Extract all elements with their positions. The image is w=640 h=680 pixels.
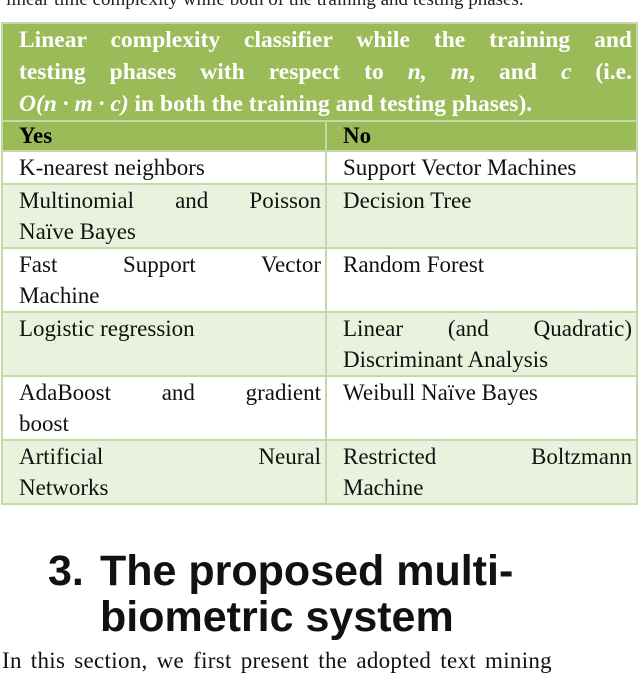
cell-no-line: Machine bbox=[343, 475, 424, 500]
table-row: AdaBoost and gradient boost Weibull Naïve… bbox=[1, 375, 638, 441]
classifier-complexity-table: Linear complexity classifier while the t… bbox=[1, 22, 638, 505]
cell-yes-line: AdaBoost and gradient bbox=[19, 380, 321, 405]
cell-yes-line: boost bbox=[19, 411, 69, 436]
title-complexity-formula: O(n · m · c) bbox=[19, 91, 129, 117]
title-text: (i.e. bbox=[571, 59, 632, 85]
title-text: in both the training and testing phases)… bbox=[128, 91, 533, 117]
cell-no: Random Forest bbox=[325, 247, 638, 313]
section-body-text: In this section, we first present the ad… bbox=[2, 648, 552, 673]
table-row: Artificial Neural Networks Restricted Bol… bbox=[1, 439, 638, 505]
table-row: K-nearest neighbors Support Vector Machi… bbox=[1, 150, 638, 185]
cell-no-line: Linear (and Quadratic) bbox=[343, 316, 632, 341]
cell-yes: Multinomial and Poisson Naïve Bayes bbox=[1, 183, 327, 249]
cell-yes: Artificial Neural Networks bbox=[1, 439, 327, 505]
column-header-no: No bbox=[325, 120, 638, 152]
section-number: 3. bbox=[48, 547, 84, 595]
cell-yes: Fast Support Vector Machine bbox=[1, 247, 327, 313]
cell-yes-line: Multinomial and Poisson bbox=[19, 188, 321, 213]
title-variables: n, m bbox=[407, 59, 470, 85]
cell-no: Restricted Boltzmann Machine bbox=[325, 439, 638, 505]
section-title-line-1: The proposed multi- bbox=[100, 547, 514, 595]
cell-yes: Logistic regression bbox=[1, 311, 327, 377]
title-variable-c: c bbox=[560, 59, 572, 85]
table-row: Logistic regression Linear (and Quadrati… bbox=[1, 311, 638, 377]
table-row: Multinomial and Poisson Naïve Bayes Decis… bbox=[1, 183, 638, 249]
preceding-paragraph-text: linear time complexity while both of the… bbox=[6, 0, 524, 11]
title-text: , and bbox=[469, 59, 561, 85]
cell-no: Weibull Naïve Bayes bbox=[325, 375, 638, 441]
section-heading: 3. The proposed multi- biometric system bbox=[48, 548, 513, 640]
cell-yes: K-nearest neighbors bbox=[1, 150, 327, 185]
cell-yes-line: Machine bbox=[19, 283, 100, 308]
cell-yes-line: Fast Support Vector bbox=[19, 252, 321, 277]
table-title-line-2: testing phases with respect to n, m, and… bbox=[19, 56, 632, 88]
table-title-line-1: Linear complexity classifier while the t… bbox=[19, 27, 632, 53]
section-title-line-2: biometric system bbox=[100, 593, 454, 641]
title-text: testing phases with respect to bbox=[19, 59, 408, 85]
table-title: Linear complexity classifier while the t… bbox=[1, 22, 638, 122]
cell-yes: AdaBoost and gradient boost bbox=[1, 375, 327, 441]
cell-yes-line: Artificial Neural bbox=[19, 444, 321, 469]
table-header-row: Yes No bbox=[1, 120, 638, 152]
table-title-row: Linear complexity classifier while the t… bbox=[1, 22, 638, 122]
column-header-yes: Yes bbox=[1, 120, 327, 152]
cell-yes-line: Networks bbox=[19, 475, 109, 500]
cell-no: Support Vector Machines bbox=[325, 150, 638, 185]
table-title-line-3: O(n · m · c) in both the training and te… bbox=[19, 88, 632, 120]
table-row: Fast Support Vector Machine Random Forest bbox=[1, 247, 638, 313]
cell-yes-line: Naïve Bayes bbox=[19, 219, 136, 244]
cell-no-line: Discriminant Analysis bbox=[343, 347, 549, 372]
cell-no: Linear (and Quadratic) Discriminant Analy… bbox=[325, 311, 638, 377]
cell-no: Decision Tree bbox=[325, 183, 638, 249]
cell-no-line: Restricted Boltzmann bbox=[343, 444, 632, 469]
